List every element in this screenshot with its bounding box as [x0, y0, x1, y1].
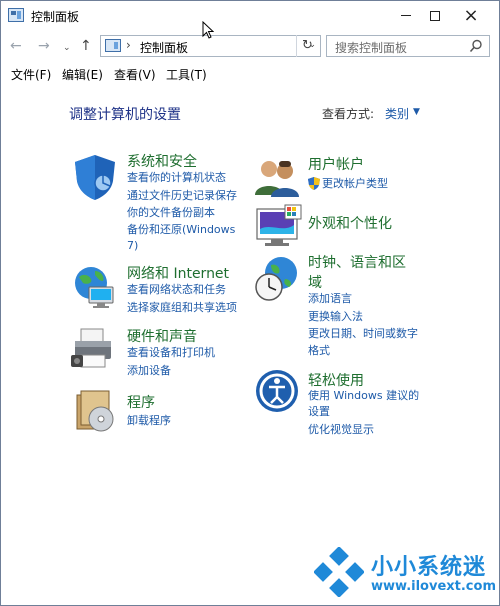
maximize-icon	[430, 10, 440, 21]
navigation-bar: ← → ⌄ ↑ › 控制面板 ⌄ ↻ 搜索控制面板	[1, 30, 499, 62]
content-area: 调整计算机的设置 查看方式: 类别 ▼ 系统和安全 查看你的计算机状态 通过文件…	[1, 85, 499, 605]
security-shield-icon[interactable]	[71, 153, 119, 201]
minimize-icon	[401, 15, 411, 16]
chevron-down-icon[interactable]: ▼	[413, 107, 420, 117]
watermark-name: 小小系统迷	[371, 555, 487, 580]
category-title[interactable]: 外观和个性化	[308, 213, 392, 233]
category-link[interactable]: 设置	[308, 405, 330, 419]
category-title[interactable]: 用户帐户	[308, 154, 364, 174]
recent-locations-button[interactable]: ⌄	[63, 40, 71, 56]
close-button[interactable]: ×	[453, 1, 489, 30]
appearance-monitor-icon[interactable]	[255, 203, 303, 251]
category-link[interactable]: 查看网络状态和任务	[127, 283, 226, 297]
back-button[interactable]: ←	[10, 38, 22, 54]
search-icon[interactable]	[469, 39, 483, 53]
category-title[interactable]: 时钟、语言和区	[308, 252, 406, 272]
category-link[interactable]: 更改日期、时间或数字	[308, 327, 418, 341]
search-placeholder: 搜索控制面板	[335, 41, 408, 55]
up-button[interactable]: ↑	[80, 38, 92, 54]
control-panel-window: 控制面板 × ← → ⌄ ↑ › 控制面板 ⌄ ↻ 搜索控制面板 文件(F) 编…	[0, 0, 500, 606]
menu-edit[interactable]: 编辑(E)	[62, 66, 103, 83]
user-accounts-icon[interactable]	[253, 155, 301, 203]
mouse-cursor-icon	[202, 21, 214, 39]
network-globe-icon[interactable]	[69, 263, 117, 311]
close-icon: ×	[463, 4, 479, 26]
category-link[interactable]: 查看你的计算机状态	[127, 171, 226, 185]
page-title: 调整计算机的设置	[69, 107, 181, 123]
printer-icon[interactable]	[69, 325, 117, 373]
refresh-button[interactable]: ↻	[296, 35, 318, 57]
menu-tools[interactable]: 工具(T)	[166, 66, 207, 83]
breadcrumb-control-panel[interactable]: 控制面板	[140, 39, 188, 56]
category-title[interactable]: 网络和 Internet	[127, 263, 229, 283]
window-title: 控制面板	[31, 10, 80, 24]
category-link[interactable]: 更换输入法	[308, 310, 363, 324]
programs-icon[interactable]	[71, 387, 119, 435]
watermark-url: www.ilovext.com	[371, 579, 496, 594]
category-title[interactable]: 轻松使用	[308, 370, 364, 390]
category-title[interactable]: 程序	[127, 392, 155, 412]
category-link[interactable]: 优化视觉显示	[308, 423, 374, 437]
category-link[interactable]: 更改帐户类型	[322, 177, 388, 191]
maximize-button[interactable]	[417, 1, 453, 30]
menu-file[interactable]: 文件(F)	[11, 66, 51, 83]
control-panel-icon	[105, 39, 121, 52]
category-title-line2[interactable]: 域	[308, 272, 322, 292]
clock-globe-icon[interactable]	[253, 255, 301, 303]
category-link[interactable]: 选择家庭组和共享选项	[127, 301, 237, 315]
category-link[interactable]: 备份和还原(Windows	[127, 223, 235, 237]
category-link[interactable]: 查看设备和打印机	[127, 346, 215, 360]
menu-bar: 文件(F) 编辑(E) 查看(V) 工具(T)	[1, 62, 499, 84]
category-link[interactable]: 添加语言	[308, 292, 352, 306]
category-link[interactable]: 通过文件历史记录保存	[127, 189, 237, 203]
category-title[interactable]: 系统和安全	[127, 151, 197, 171]
category-link[interactable]: 格式	[308, 344, 330, 358]
title-bar: 控制面板 ×	[1, 1, 499, 30]
view-by-label: 查看方式:	[322, 107, 375, 121]
category-link[interactable]: 卸载程序	[127, 414, 171, 428]
view-by-dropdown[interactable]: 类别	[385, 105, 409, 122]
category-link[interactable]: 你的文件备份副本	[127, 206, 215, 220]
uac-shield-icon	[308, 177, 320, 190]
menu-view[interactable]: 查看(V)	[114, 66, 156, 83]
watermark-logo	[314, 547, 364, 597]
category-link[interactable]: 7)	[127, 239, 138, 253]
forward-button[interactable]: →	[38, 38, 50, 54]
category-link[interactable]: 添加设备	[127, 364, 171, 378]
category-title[interactable]: 硬件和声音	[127, 326, 197, 346]
control-panel-icon	[8, 8, 24, 22]
category-link[interactable]: 使用 Windows 建议的	[308, 389, 419, 403]
search-box[interactable]: 搜索控制面板	[326, 35, 490, 57]
breadcrumb-separator: ›	[126, 38, 131, 52]
ease-of-access-icon[interactable]	[255, 367, 303, 415]
